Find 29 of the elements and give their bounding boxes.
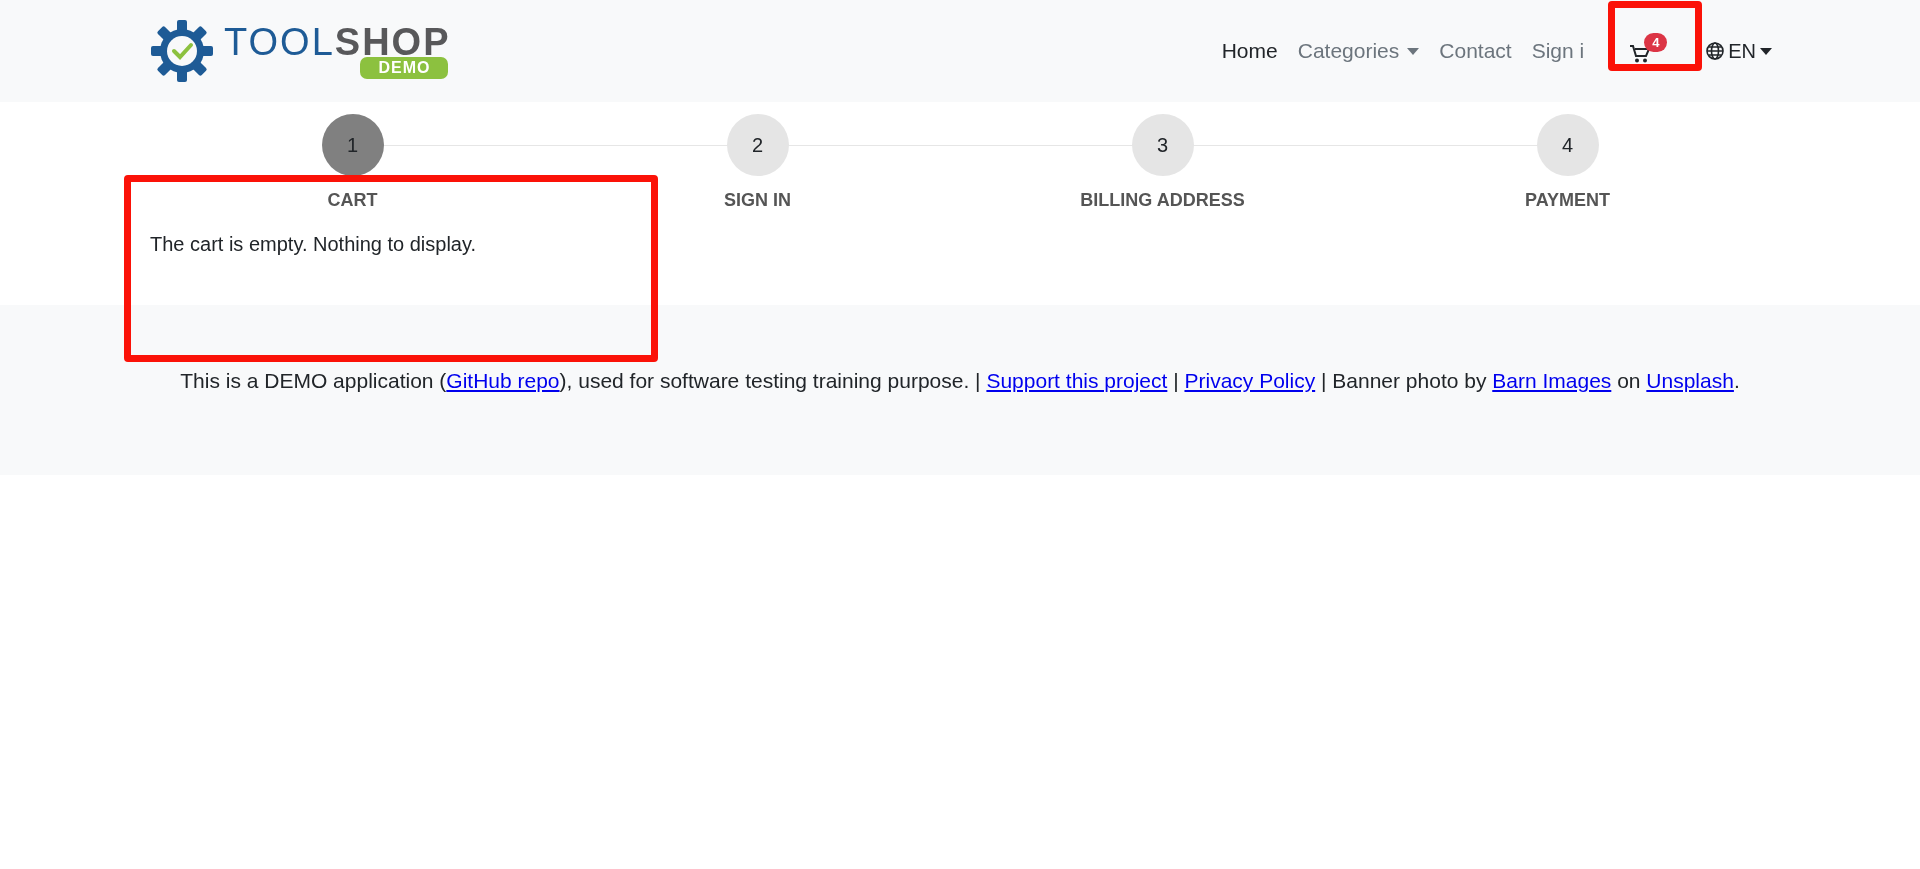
step-number: 1 <box>321 114 384 176</box>
caret-icon <box>1760 47 1772 55</box>
nav-link[interactable]: Contact <box>1429 31 1522 71</box>
footer-link[interactable]: Privacy Policy <box>1184 369 1316 392</box>
footer-link[interactable]: Barn Images <box>1492 369 1612 392</box>
step-number: 3 <box>1131 114 1194 176</box>
step-label: PAYMENT <box>1525 190 1610 211</box>
empty-cart-message: The cart is empty. Nothing to display. <box>150 233 478 256</box>
step-number: 2 <box>726 114 789 176</box>
step-label: CART <box>327 190 378 211</box>
nav-link[interactable]: Home <box>1211 31 1288 71</box>
cart-count-badge: 4 <box>1644 33 1668 52</box>
footer-link[interactable]: Support this project <box>986 369 1168 392</box>
demo-tag: DEMO <box>360 57 449 79</box>
footer-link[interactable]: GitHub repo <box>446 369 560 392</box>
nav-link[interactable]: Sign i <box>1521 31 1595 71</box>
language-dropdown[interactable]: EN <box>1706 31 1772 71</box>
step-label: SIGN IN <box>724 190 791 211</box>
caret-icon <box>1407 47 1420 55</box>
cart-link[interactable]: 4 <box>1618 31 1685 71</box>
footer-link[interactable]: Unsplash <box>1646 369 1734 392</box>
globe-icon <box>1706 42 1725 60</box>
nav-dropdown[interactable]: Categories <box>1287 31 1430 71</box>
step-number: 4 <box>1536 114 1599 176</box>
gear-icon <box>150 19 214 83</box>
step-label: BILLING ADDRESS <box>1080 190 1245 211</box>
logo-text: TOOL <box>224 23 335 61</box>
cart-icon <box>1630 45 1651 63</box>
footer-text: This is a DEMO application (GitHub repo), used for software testing training purpose. | Support this project | Privacy Policy | Banner photo by Barn Images on Unsplash. <box>180 369 1740 394</box>
